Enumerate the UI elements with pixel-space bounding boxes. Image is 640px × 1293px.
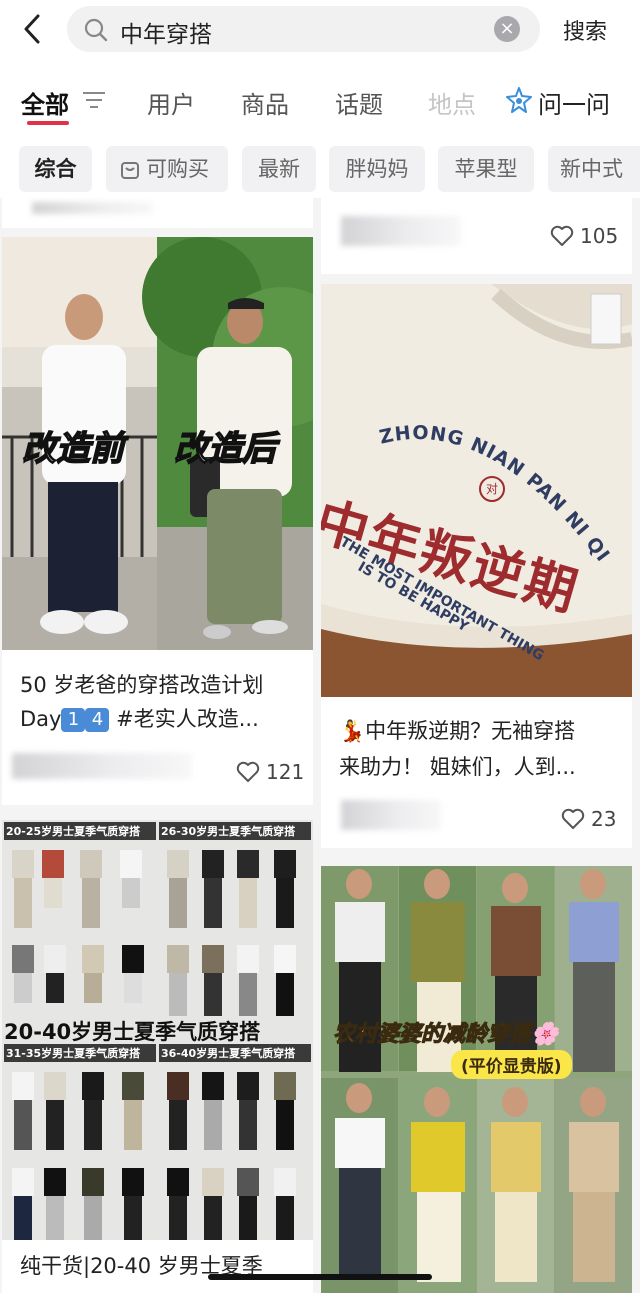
tab-users[interactable]: 用户 [147,85,195,120]
feed-card-partial[interactable] [2,198,313,228]
after-overlay-text: 改造后 [173,428,277,470]
tab-places[interactable]: 地点 [428,85,476,120]
women-outfit-collage-image [321,866,632,1293]
grid-banner-text: 20-40岁男士夏季气质穿搭 [4,1020,261,1044]
like-count-value: 23 [591,807,617,831]
blurred-author [341,800,441,830]
search-icon [84,18,108,42]
collage-banner-text: 农村婆婆的减龄穿搭🌸 [332,1022,559,1048]
title-day: Day [20,707,62,731]
home-indicator [208,1274,432,1280]
chip-apple-shape[interactable]: 苹果型 [438,146,534,192]
ask-sparkle-icon [506,87,532,113]
panel-label: 20-25岁男士夏季气质穿搭 [6,825,141,838]
search-button[interactable]: 搜索 [563,14,607,46]
blurred-author [12,753,192,779]
chip-comprehensive[interactable]: 综合 [19,146,92,192]
chip-new-chinese[interactable]: 新中式 [548,146,640,192]
dancer-emoji: 💃 [339,719,366,743]
title-text: 中年叛逆期？无袖穿搭 [365,719,576,743]
shopping-bag-icon [121,162,139,179]
search-query-text: 中年穿搭 [120,22,212,48]
filter-chips: 综合 可购买 最新 胖妈妈 苹果型 新中式 [0,138,640,198]
blurred-author [341,216,461,246]
heart-icon [550,225,574,246]
tab-topics[interactable]: 话题 [335,85,383,120]
card-title-line2: 来助力！ 姐妹们，人到... [339,755,576,779]
collage-sub-banner: (平价显贵版) [451,1050,572,1079]
tshirt-logo-badge: 对 [479,476,505,502]
chip-latest[interactable]: 最新 [242,146,316,192]
before-overlay-text: 改造前 [21,428,125,470]
like-count-value: 121 [266,760,305,784]
heart-icon [236,761,260,782]
feed-card-mens-summer[interactable]: 20-25岁男士夏季气质穿搭 26-30岁男士夏季气质穿搭 20-40岁男士夏季… [2,820,313,1293]
tab-all[interactable]: 全部 [21,85,69,120]
back-arrow-icon[interactable] [20,12,46,46]
filter-icon[interactable] [82,91,106,109]
like-count[interactable]: 23 [561,807,616,831]
chip-plus-size-mom[interactable]: 胖妈妈 [329,146,425,192]
card-title-line1: 💃中年叛逆期？无袖穿搭 [339,714,575,748]
category-tabs: 全部 用户 商品 话题 地点 问一问 [0,62,640,138]
tab-products[interactable]: 商品 [241,85,289,120]
like-count[interactable]: 105 [550,224,618,248]
search-input[interactable]: 中年穿搭 × [67,6,540,52]
keycap-digit: 4 [85,708,110,732]
panel-label: 26-30岁男士夏季气质穿搭 [161,825,296,838]
ask-button[interactable]: 问一问 [538,85,610,120]
chip-buyable[interactable]: 可购买 [106,146,228,192]
card-title-line2: Day 1 4 #老实人改造... [20,702,259,736]
like-count[interactable]: 121 [236,760,304,784]
chip-buyable-label: 可购买 [146,157,209,181]
panel-label: 31-35岁男士夏季气质穿搭 [6,1047,141,1060]
feed-card-partial-top[interactable]: 105 [321,198,632,274]
clear-search-icon[interactable]: × [494,16,520,42]
like-count-value: 105 [580,224,619,248]
title-hashtag: #老实人改造... [109,707,259,731]
feed-card-grandma-outfits[interactable]: 农村婆婆的减龄穿搭🌸 (平价显贵版) [321,866,632,1293]
keycap-digit: 1 [61,708,86,732]
active-tab-indicator [27,121,69,125]
feed-card-rebellion-tshirt[interactable]: ZHONG NIAN PAN NI QI 中年叛逆期 THE MOST IMPO… [321,284,632,848]
heart-icon [561,808,585,829]
feed-card-dad-makeover[interactable]: 改造前 改造后 50 岁老爸的穿搭改造计划 Day 1 4 #老实人改造... 12… [2,237,313,805]
card-title-line1: 50 岁老爸的穿搭改造计划 [20,673,264,697]
top-bar: 中年穿搭 × 搜索 [0,0,640,62]
blurred-avatar [32,202,152,214]
panel-label: 36-40岁男士夏季气质穿搭 [161,1047,296,1060]
